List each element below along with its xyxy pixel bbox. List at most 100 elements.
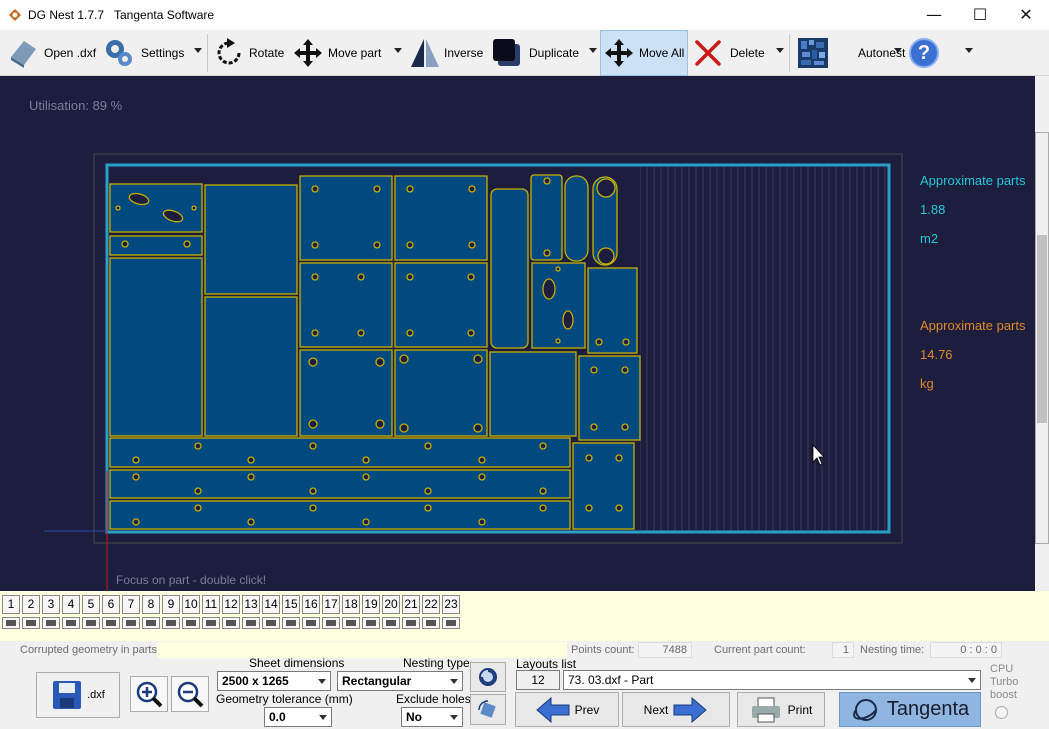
close-button[interactable]: ✕ bbox=[1003, 0, 1049, 30]
settings-button[interactable]: Settings bbox=[103, 30, 184, 76]
layout-save-icon[interactable] bbox=[422, 617, 440, 629]
layout-save-icon[interactable] bbox=[442, 617, 460, 629]
layout-save-icon[interactable] bbox=[182, 617, 200, 629]
help-button[interactable]: ? bbox=[909, 30, 939, 76]
layout-tab[interactable]: 6 bbox=[102, 595, 120, 614]
move-part-button[interactable]: Move part bbox=[292, 30, 381, 76]
part[interactable] bbox=[204, 296, 298, 437]
layout-tab[interactable]: 5 bbox=[82, 595, 100, 614]
layout-save-icon[interactable] bbox=[62, 617, 80, 629]
layout-save-icon[interactable] bbox=[122, 617, 140, 629]
nesting-type-select[interactable]: Rectangular bbox=[337, 671, 463, 691]
layout-tab[interactable]: 13 bbox=[242, 595, 260, 614]
cpu-turbo-radio[interactable] bbox=[995, 706, 1008, 719]
part[interactable] bbox=[109, 183, 203, 233]
layout-tab[interactable]: 7 bbox=[122, 595, 140, 614]
part[interactable] bbox=[489, 351, 577, 437]
scrollbar-thumb[interactable] bbox=[1037, 235, 1047, 423]
layout-save-icon[interactable] bbox=[2, 617, 20, 629]
tangenta-brand-button[interactable]: Tangenta bbox=[839, 692, 981, 727]
autonest-dropdown-chevron-down-icon[interactable] bbox=[894, 48, 902, 53]
delete-dropdown-chevron-down-icon[interactable] bbox=[776, 48, 784, 53]
exclude-holes-select[interactable]: No bbox=[401, 707, 463, 727]
layout-save-icon[interactable] bbox=[142, 617, 160, 629]
toolbar-overflow-chevron-down-icon[interactable] bbox=[965, 48, 973, 53]
print-button[interactable]: Print bbox=[737, 692, 825, 727]
duplicate-dropdown-chevron-down-icon[interactable] bbox=[589, 48, 597, 53]
layout-tab[interactable]: 16 bbox=[302, 595, 320, 614]
duplicate-button[interactable]: Duplicate bbox=[491, 30, 579, 76]
layout-tab[interactable]: 3 bbox=[42, 595, 60, 614]
layout-tab[interactable]: 1 bbox=[2, 595, 20, 614]
part[interactable] bbox=[578, 355, 641, 441]
settings-dropdown-chevron-down-icon[interactable] bbox=[194, 48, 202, 53]
move-all-button[interactable]: Move All bbox=[600, 30, 688, 76]
part[interactable] bbox=[394, 349, 488, 437]
layout-save-icon[interactable] bbox=[342, 617, 360, 629]
layout-tab[interactable]: 9 bbox=[162, 595, 180, 614]
layout-tab[interactable]: 10 bbox=[182, 595, 200, 614]
layout-save-icon[interactable] bbox=[202, 617, 220, 629]
layout-tab[interactable]: 23 bbox=[442, 595, 460, 614]
layout-save-icon[interactable] bbox=[302, 617, 320, 629]
part[interactable] bbox=[109, 469, 571, 499]
layout-tab[interactable]: 15 bbox=[282, 595, 300, 614]
part[interactable] bbox=[587, 267, 638, 354]
part[interactable] bbox=[531, 262, 586, 349]
sheet-dimensions-select[interactable]: 2500 x 1265 bbox=[217, 671, 331, 691]
nesting-canvas[interactable]: Utilisation: 89 % Approximate parts 1.88… bbox=[0, 76, 1035, 591]
layout-tab[interactable]: 4 bbox=[62, 595, 80, 614]
layout-save-icon[interactable] bbox=[362, 617, 380, 629]
part[interactable] bbox=[490, 188, 529, 349]
layout-tab[interactable]: 12 bbox=[222, 595, 240, 614]
layout-save-icon[interactable] bbox=[162, 617, 180, 629]
layout-tab[interactable]: 2 bbox=[22, 595, 40, 614]
settings-gear-icon bbox=[106, 40, 132, 66]
rotate-layout-button[interactable] bbox=[470, 694, 506, 725]
minimize-button[interactable]: — bbox=[911, 0, 957, 30]
maximize-button[interactable]: ☐ bbox=[957, 0, 1003, 30]
layout-save-icon[interactable] bbox=[102, 617, 120, 629]
zoom-in-button[interactable] bbox=[130, 676, 168, 712]
delete-button[interactable]: Delete bbox=[692, 30, 765, 76]
layout-tab[interactable]: 19 bbox=[362, 595, 380, 614]
layout-save-icon[interactable] bbox=[322, 617, 340, 629]
inverse-button[interactable]: Inverse bbox=[409, 30, 483, 76]
layout-tab[interactable]: 22 bbox=[422, 595, 440, 614]
layout-save-icon[interactable] bbox=[242, 617, 260, 629]
layout-tab[interactable]: 14 bbox=[262, 595, 280, 614]
layout-tab[interactable]: 20 bbox=[382, 595, 400, 614]
save-dxf-button[interactable]: .dxf bbox=[36, 672, 120, 718]
zoom-out-button[interactable] bbox=[171, 676, 209, 712]
geometry-tolerance-select[interactable]: 0.0 bbox=[264, 707, 332, 727]
layout-save-icon[interactable] bbox=[402, 617, 420, 629]
rotate-button[interactable]: Rotate bbox=[213, 30, 284, 76]
vertical-scrollbar[interactable] bbox=[1035, 132, 1049, 544]
layout-save-icon[interactable] bbox=[282, 617, 300, 629]
move-part-dropdown-chevron-down-icon[interactable] bbox=[394, 48, 402, 53]
refresh-button[interactable] bbox=[470, 662, 506, 692]
layout-tab[interactable]: 17 bbox=[322, 595, 340, 614]
open-dxf-button[interactable]: Open .dxf bbox=[8, 30, 96, 76]
part[interactable] bbox=[109, 257, 203, 437]
prev-button[interactable]: Prev bbox=[515, 692, 619, 727]
layouts-select[interactable]: 73. 03.dxf - Part bbox=[563, 670, 981, 690]
part[interactable] bbox=[572, 442, 635, 530]
next-button[interactable]: Next bbox=[622, 692, 730, 727]
layout-save-icon[interactable] bbox=[222, 617, 240, 629]
layout-tab[interactable]: 18 bbox=[342, 595, 360, 614]
part[interactable] bbox=[109, 500, 571, 530]
part[interactable] bbox=[564, 175, 589, 262]
layout-save-icon[interactable] bbox=[382, 617, 400, 629]
layout-save-icon[interactable] bbox=[42, 617, 60, 629]
part[interactable] bbox=[204, 184, 298, 295]
layout-tab[interactable]: 8 bbox=[142, 595, 160, 614]
layout-tab[interactable]: 21 bbox=[402, 595, 420, 614]
autonest-button[interactable]: Autonest bbox=[797, 30, 905, 76]
layout-save-icon[interactable] bbox=[22, 617, 40, 629]
part[interactable] bbox=[109, 437, 571, 468]
layout-tab[interactable]: 11 bbox=[202, 595, 220, 614]
layout-save-icon[interactable] bbox=[82, 617, 100, 629]
layout-save-icon[interactable] bbox=[262, 617, 280, 629]
part[interactable] bbox=[530, 174, 563, 261]
